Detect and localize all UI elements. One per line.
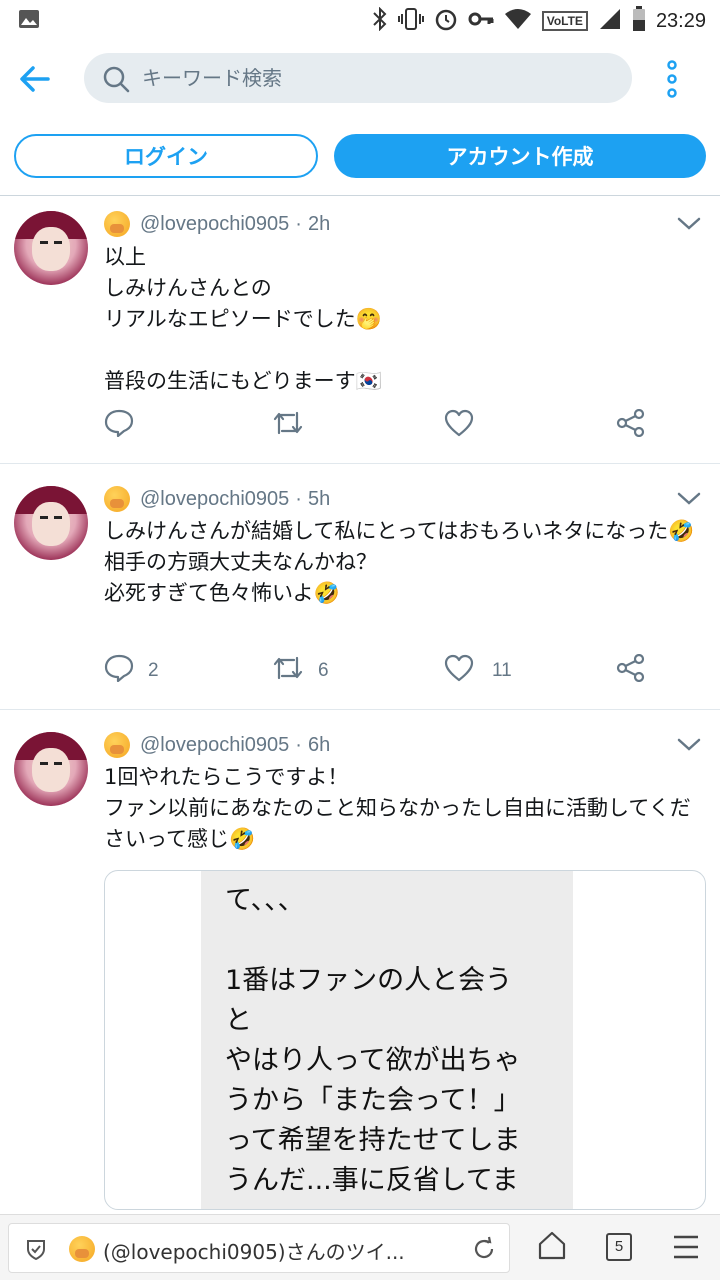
signal-icon [598,8,622,34]
hand-over-mouth-emoji-icon [104,486,130,512]
reply-count: 2 [148,660,159,681]
home-icon[interactable] [536,1229,568,1265]
tweet-time: 6h [307,733,331,756]
tweet-image-text: て、、、 1番はファンの人と会う と やはり人って欲が出ちゃ うから「また会って… [225,885,521,1196]
search-header [0,40,720,118]
key-icon [468,9,494,33]
tweet-actions [104,408,664,439]
tweet-handle[interactable]: @lovepochi0905 [140,734,289,757]
tweet-time: 5h [307,487,331,510]
image-icon [18,9,40,33]
tweet-text: 1回やれたらこうですよ！ ファン以前にあなたのこと知らなかったし自由に活動してく… [104,765,691,851]
vibrate-icon [397,7,424,35]
tweet-text: しみけんさんが結婚して私にとってはおもろいネタになった🤣 相手の方頭大丈夫なんか… [104,519,695,605]
tweet-time: 2h [307,212,331,235]
status-bar: VoLTE 23:29 [0,0,720,40]
back-arrow-icon[interactable] [18,62,52,96]
battery-icon [632,6,646,36]
retweet-icon [272,409,304,443]
share-button[interactable] [616,408,646,443]
tweet-header: @lovepochi0905 · 2h [104,211,330,237]
clock: 23:29 [655,9,706,32]
like-button[interactable]: 11 [444,654,512,688]
like-button[interactable] [444,409,488,443]
browser-bottom-bar: (@lovepochi0905)さんのツイ... 5 [0,1214,720,1280]
tweet[interactable]: @lovepochi0905 · 5h しみけんさんが結婚して私にとってはおもろ… [0,464,720,710]
share-icon [616,653,646,688]
retweet-icon [272,654,304,688]
more-options-icon[interactable] [664,60,680,98]
tweet-image[interactable]: て、、、 1番はファンの人と会う と やはり人って欲が出ちゃ うから「また会って… [104,870,706,1210]
reload-icon[interactable] [471,1236,497,1266]
shield-check-icon [25,1238,47,1264]
reply-button[interactable]: 2 [104,654,159,688]
alarm-icon [434,7,458,35]
tweet-handle[interactable]: @lovepochi0905 [140,488,289,511]
tweet-header: @lovepochi0905 · 6h [104,732,330,758]
tweet-header: @lovepochi0905 · 5h [104,486,330,512]
auth-bar: ログイン アカウント作成 [0,130,720,196]
wifi-icon [504,8,532,34]
volte-badge: VoLTE [541,11,588,31]
chevron-down-icon[interactable] [676,490,702,508]
hand-over-mouth-emoji-icon [104,211,130,237]
tabs-count-button[interactable]: 5 [606,1233,632,1261]
reply-icon [104,654,134,688]
retweet-button[interactable]: 6 [272,654,329,688]
bluetooth-icon [372,6,388,35]
share-icon [616,408,646,443]
reply-button[interactable] [104,409,148,443]
heart-icon [444,409,474,443]
menu-icon[interactable] [672,1235,700,1263]
hand-over-mouth-emoji-icon [69,1236,95,1262]
retweet-button[interactable] [272,409,318,443]
url-bar[interactable]: (@lovepochi0905)さんのツイ... [8,1223,510,1273]
reply-icon [104,409,134,443]
tweet-actions: 2 6 11 [104,653,664,684]
chevron-down-icon[interactable] [676,215,702,233]
search-input[interactable] [142,53,602,103]
search-icon [102,65,130,97]
heart-icon [444,654,474,688]
retweet-count: 6 [318,660,329,681]
page-title: (@lovepochi0905)さんのツイ... [103,1240,405,1264]
avatar[interactable] [14,486,88,560]
like-count: 11 [492,660,512,681]
search-box[interactable] [84,53,632,103]
avatar[interactable] [14,732,88,806]
avatar[interactable] [14,211,88,285]
tweet[interactable]: @lovepochi0905 · 2h 以上 しみけんさんとの リアルなエピソー… [0,197,720,464]
tweet-handle[interactable]: @lovepochi0905 [140,213,289,236]
hand-over-mouth-emoji-icon [104,732,130,758]
login-button[interactable]: ログイン [14,134,318,178]
chevron-down-icon[interactable] [676,736,702,754]
share-button[interactable] [616,653,646,688]
tweet-text: 以上 しみけんさんとの リアルなエピソードでした🤭 普段の生活にもどりまーす🇰🇷 [104,245,382,393]
create-account-button[interactable]: アカウント作成 [334,134,706,178]
